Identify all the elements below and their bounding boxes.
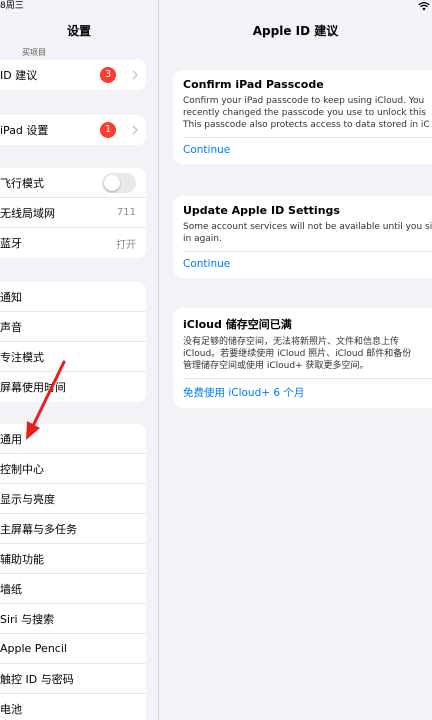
sidebar-item-ipad-settings[interactable]: iPad 设置 1 [0, 115, 146, 145]
notification-badge: 1 [100, 122, 116, 138]
wifi-network-value: 711 [116, 207, 136, 218]
card-body-line: This passcode also protects access to da… [183, 120, 430, 130]
sidebar-item-label: 屏幕使用时间 [0, 381, 66, 394]
toggle-knob [104, 175, 120, 191]
status-bar: 8周三 [0, 0, 432, 14]
sidebar-item-airplane-mode: 飞行模式 [0, 168, 146, 198]
status-time: 8周三 [0, 1, 24, 11]
card-divider [183, 137, 432, 138]
group-ipad-settings: iPad 设置 1 [0, 115, 146, 145]
sidebar-item-control-center[interactable]: 控制中心 [0, 454, 146, 484]
sidebar-item-label: 通知 [0, 290, 22, 304]
sidebar-item-bluetooth[interactable]: 蓝牙 打开 [0, 228, 146, 258]
sidebar-item-label: 触控 ID 与密码 [0, 672, 74, 686]
detail-title: Apple ID 建议 [252, 24, 339, 38]
sidebar-item-touch-id[interactable]: 触控 ID 与密码 [0, 664, 146, 694]
continue-link[interactable]: Continue [183, 144, 432, 156]
sidebar-item-display[interactable]: 显示与亮度 [0, 484, 146, 514]
sidebar-item-label: 控制中心 [0, 462, 44, 476]
sidebar-item-sounds[interactable]: 声音 [0, 312, 146, 342]
card-title: iCloud 储存空间已满 [183, 318, 292, 331]
card-body-line: in again. [183, 234, 222, 244]
continue-link[interactable]: Continue [183, 258, 432, 270]
chevron-right-icon [132, 70, 138, 80]
apple-id-subtitle: 买项目 [22, 48, 46, 57]
group-notifications: 通知 声音 专注模式 屏幕使用时间 [0, 282, 146, 402]
suggestion-card-icloud-storage: iCloud 储存空间已满 没有足够的储存空间，无法将新照片、文件和信息上传 i… [173, 308, 432, 408]
card-body-line: iCloud。若要继续使用 iCloud 照片、iCloud 邮件和备份 [183, 349, 412, 359]
sidebar-item-label: Apple Pencil [0, 642, 67, 655]
wifi-icon [418, 2, 430, 11]
settings-sidebar: 设置 买项目 ID 建议 3 iPad 设置 1 飞行模式 无线局域网 711 … [0, 0, 158, 720]
sidebar-item-label: 蓝牙 [0, 237, 22, 250]
suggestion-card-passcode: Confirm iPad Passcode Confirm your iPad … [173, 70, 432, 164]
sidebar-item-apple-id-suggestions[interactable]: ID 建议 3 [0, 60, 146, 90]
sidebar-item-label: 飞行模式 [0, 176, 44, 190]
card-body-line: 管理储存空间或使用 iCloud+ 获取更多空间。 [183, 361, 369, 371]
suggestion-card-update-settings: Update Apple ID Settings Some account se… [173, 196, 432, 278]
sidebar-item-label: 无线局域网 [0, 206, 55, 220]
card-body-line: Confirm your iPad passcode to keep using… [183, 96, 425, 106]
sidebar-item-siri[interactable]: Siri 与搜索 [0, 604, 146, 634]
chevron-right-icon [132, 125, 138, 135]
sidebar-item-battery[interactable]: 电池 [0, 694, 146, 720]
group-general: 通用 控制中心 显示与亮度 主屏幕与多任务 辅助功能 墙纸 Siri 与搜索 A… [0, 424, 146, 720]
sidebar-item-general[interactable]: 通用 [0, 424, 146, 454]
sidebar-item-screen-time[interactable]: 屏幕使用时间 [0, 372, 146, 402]
sidebar-item-apple-pencil[interactable]: Apple Pencil [0, 634, 146, 664]
notification-badge: 3 [100, 67, 116, 83]
sidebar-item-home-screen[interactable]: 主屏幕与多任务 [0, 514, 146, 544]
sidebar-item-label: 电池 [0, 703, 22, 716]
icloud-plus-offer-link[interactable]: 免费使用 iCloud+ 6 个月 [183, 385, 432, 400]
sidebar-item-label: 辅助功能 [0, 552, 44, 566]
sidebar-item-accessibility[interactable]: 辅助功能 [0, 544, 146, 574]
sidebar-item-label: 主屏幕与多任务 [0, 522, 77, 536]
card-divider [183, 378, 432, 379]
bluetooth-status-value: 打开 [116, 239, 136, 251]
group-apple-id: ID 建议 3 [0, 60, 146, 90]
sidebar-item-label: 墙纸 [0, 582, 22, 596]
card-title: Update Apple ID Settings [183, 204, 340, 217]
sidebar-item-label: 专注模式 [0, 350, 44, 364]
sidebar-item-label: 通用 [0, 432, 22, 446]
card-divider [183, 251, 432, 252]
card-body-line: 没有足够的储存空间，无法将新照片、文件和信息上传 [183, 337, 400, 347]
sidebar-item-label: 声音 [0, 320, 22, 334]
sidebar-title: 设置 [66, 24, 91, 38]
sidebar-item-label: ID 建议 [0, 69, 38, 82]
sidebar-item-wifi[interactable]: 无线局域网 711 [0, 198, 146, 228]
card-body-line: recently changed the passcode you use to… [183, 108, 426, 118]
airplane-mode-toggle[interactable] [102, 173, 136, 193]
detail-pane: Apple ID 建议 Confirm iPad Passcode Confir… [159, 0, 432, 720]
card-title: Confirm iPad Passcode [183, 78, 324, 91]
sidebar-item-wallpaper[interactable]: 墙纸 [0, 574, 146, 604]
group-network: 飞行模式 无线局域网 711 蓝牙 打开 [0, 168, 146, 258]
sidebar-item-label: iPad 设置 [0, 124, 49, 137]
card-body-line: Some account services will not be availa… [183, 222, 432, 232]
sidebar-item-label: Siri 与搜索 [0, 612, 55, 626]
sidebar-item-notifications[interactable]: 通知 [0, 282, 146, 312]
sidebar-item-focus[interactable]: 专注模式 [0, 342, 146, 372]
sidebar-item-label: 显示与亮度 [0, 492, 55, 506]
